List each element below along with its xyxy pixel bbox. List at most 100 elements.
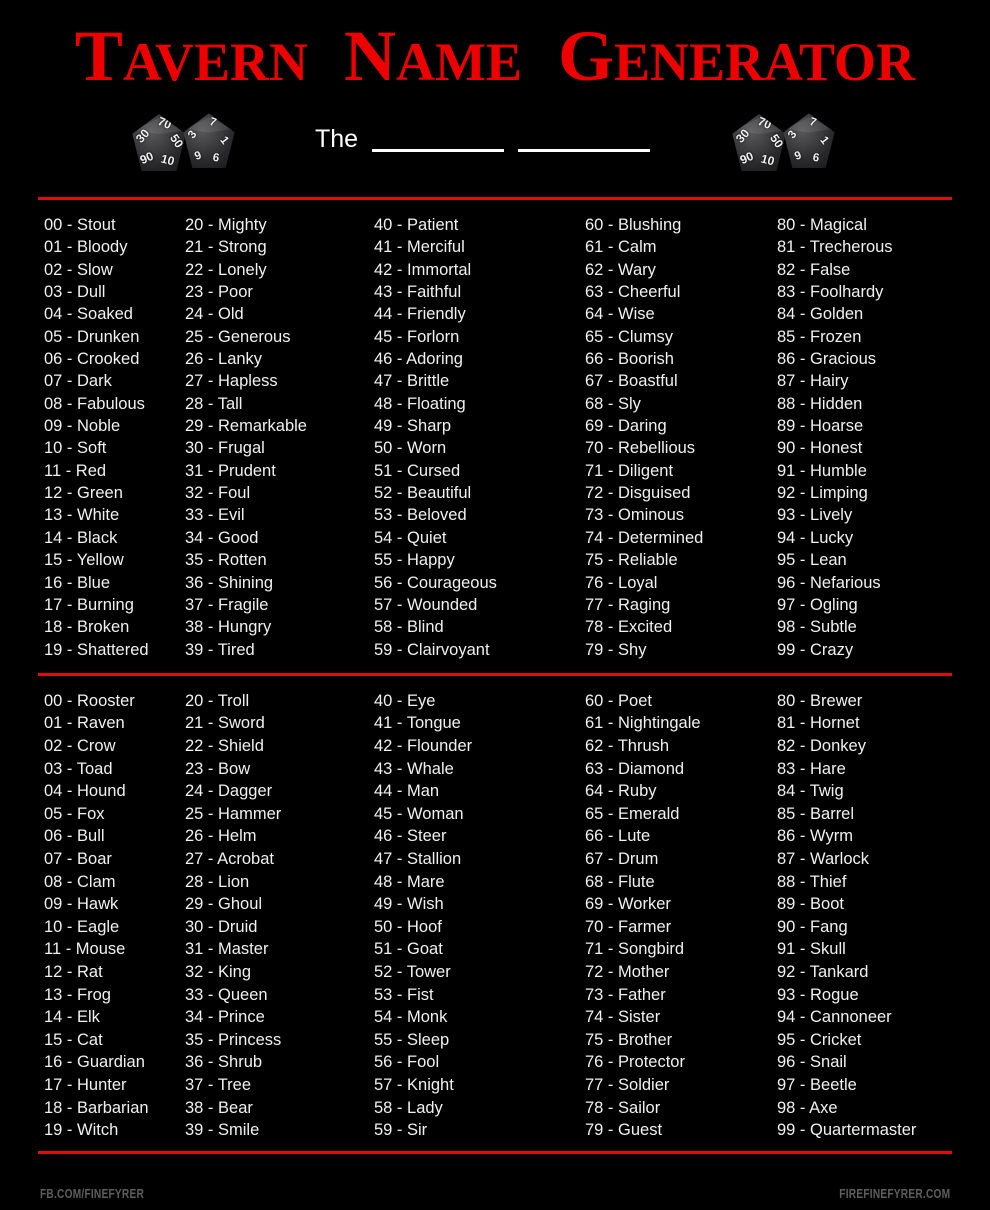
name-fill-in-line: The bbox=[315, 126, 651, 152]
list-item: 40 - Patient bbox=[374, 216, 459, 234]
website-link[interactable]: FIREFINEFYRER.COM bbox=[839, 1186, 950, 1201]
divider-bottom bbox=[38, 1150, 952, 1154]
list-item: 09 - Noble bbox=[44, 417, 121, 436]
noun-column-80-99: 80 - Brewer 81 - Hornet 82 - Donkey 83 -… bbox=[771, 690, 971, 1142]
list-item: 11 - Mouse bbox=[44, 940, 126, 959]
list-item: 15 - Cat bbox=[44, 1030, 103, 1049]
list-item: 01 - Bloody bbox=[44, 238, 128, 257]
list-item: 47 - Stallion bbox=[374, 850, 462, 869]
die-face-6: 6 bbox=[811, 150, 821, 165]
list-item: 76 - Protector bbox=[585, 1053, 685, 1072]
list-item: 92 - Limping bbox=[777, 484, 868, 503]
list-item: 23 - Poor bbox=[185, 283, 253, 302]
list-item: 92 - Tankard bbox=[777, 963, 869, 981]
list-item: 88 - Thief bbox=[777, 872, 847, 891]
list-item: 25 - Generous bbox=[185, 327, 291, 346]
d10-unit-die-icon: 3 7 1 9 6 bbox=[183, 113, 235, 168]
list-item: 95 - Lean bbox=[777, 551, 847, 570]
title-part-g: G bbox=[557, 16, 614, 96]
dice-cluster-right: 30 70 50 90 10 3 7 1 9 6 bbox=[728, 112, 858, 184]
list-item: 58 - Blind bbox=[374, 618, 444, 637]
list-item: 75 - Reliable bbox=[585, 551, 678, 570]
noun-column-00-19: 00 - Rooster 01 - Raven 02 - Crow 03 - T… bbox=[0, 690, 182, 1142]
list-item: 35 - Rotten bbox=[185, 551, 267, 570]
list-item: 62 - Wary bbox=[585, 260, 656, 279]
list-item: 17 - Hunter bbox=[44, 1075, 127, 1094]
adjective-column-60-79: 60 - Blushing 61 - Calm 62 - Wary 63 - C… bbox=[574, 214, 771, 661]
list-item: 07 - Boar bbox=[44, 850, 112, 869]
list-item: 59 - Clairvoyant bbox=[374, 640, 490, 659]
list-item: 70 - Farmer bbox=[585, 917, 672, 936]
list-item: 78 - Excited bbox=[585, 618, 673, 637]
list-item: 16 - Blue bbox=[44, 573, 111, 592]
list-item: 69 - Worker bbox=[585, 895, 671, 914]
list-item: 12 - Rat bbox=[44, 963, 103, 981]
list-item: 51 - Cursed bbox=[374, 461, 461, 480]
list-item: 85 - Frozen bbox=[777, 327, 862, 346]
list-item: 31 - Prudent bbox=[185, 461, 276, 480]
list-item: 66 - Lute bbox=[585, 827, 651, 846]
list-item: 15 - Yellow bbox=[44, 551, 124, 570]
list-item: 49 - Sharp bbox=[374, 417, 452, 436]
list-item: 13 - Frog bbox=[44, 985, 111, 1004]
list-item: 19 - Witch bbox=[44, 1121, 119, 1140]
adjective-column-40-59: 40 - Patient 41 - Merciful 42 - Immortal… bbox=[374, 214, 574, 661]
list-item: 82 - Donkey bbox=[777, 737, 866, 756]
list-item: 22 - Lonely bbox=[185, 260, 267, 279]
list-item: 10 - Soft bbox=[44, 439, 107, 458]
facebook-link[interactable]: FB.COM/FINEFYRER bbox=[40, 1186, 144, 1201]
list-item: 42 - Flounder bbox=[374, 737, 473, 756]
list-item: 91 - Skull bbox=[777, 940, 846, 959]
list-item: 28 - Lion bbox=[185, 872, 250, 891]
list-item: 32 - King bbox=[185, 963, 252, 981]
list-item: 60 - Blushing bbox=[585, 216, 682, 234]
adjective-column-80-99: 80 - Magical 81 - Trecherous 82 - False … bbox=[771, 214, 971, 661]
list-item: 01 - Raven bbox=[44, 714, 125, 733]
list-item: 86 - Gracious bbox=[777, 350, 877, 369]
noun-blank-field[interactable] bbox=[518, 130, 651, 152]
list-item: 30 - Druid bbox=[185, 917, 258, 936]
list-item: 94 - Lucky bbox=[777, 528, 854, 547]
list-item: 77 - Raging bbox=[585, 595, 671, 614]
list-item: 63 - Diamond bbox=[585, 759, 685, 778]
list-item: 67 - Boastful bbox=[585, 372, 678, 391]
adjective-blank-field[interactable] bbox=[372, 130, 505, 152]
list-item: 23 - Bow bbox=[185, 759, 251, 778]
list-item: 56 - Courageous bbox=[374, 573, 497, 592]
list-item: 38 - Hungry bbox=[185, 618, 272, 637]
die-face-1: 1 bbox=[217, 133, 232, 147]
list-item: 83 - Foolhardy bbox=[777, 283, 884, 302]
list-item: 28 - Tall bbox=[185, 394, 243, 413]
list-item: 71 - Songbird bbox=[585, 940, 685, 959]
list-item: 11 - Red bbox=[44, 461, 107, 480]
page-footer: FB.COM/FINEFYRER FIREFINEFYRER.COM bbox=[0, 1176, 990, 1210]
die-face-1: 1 bbox=[817, 133, 832, 147]
list-item: 63 - Cheerful bbox=[585, 283, 681, 302]
list-item: 52 - Tower bbox=[374, 963, 451, 981]
list-item: 32 - Foul bbox=[185, 484, 251, 503]
list-item: 66 - Boorish bbox=[585, 350, 674, 369]
list-item: 99 - Crazy bbox=[777, 640, 854, 659]
die-face-50: 50 bbox=[767, 131, 787, 151]
title-part-enerator: ENERATOR bbox=[614, 32, 916, 92]
list-item: 85 - Barrel bbox=[777, 804, 855, 823]
list-item: 61 - Nightingale bbox=[585, 714, 701, 733]
list-item: 76 - Loyal bbox=[585, 573, 658, 592]
list-item: 10 - Eagle bbox=[44, 917, 120, 936]
list-item: 53 - Beloved bbox=[374, 506, 467, 525]
noun-column-60-79: 60 - Poet 61 - Nightingale 62 - Thrush 6… bbox=[574, 690, 771, 1142]
die-face-90: 90 bbox=[737, 148, 756, 168]
adjective-column-20-39: 20 - Mighty 21 - Strong 22 - Lonely 23 -… bbox=[182, 214, 374, 661]
list-item: 00 - Stout bbox=[44, 216, 116, 234]
list-item: 19 - Shattered bbox=[44, 640, 149, 659]
list-item: 98 - Subtle bbox=[777, 618, 857, 637]
list-item: 71 - Diligent bbox=[585, 461, 674, 480]
list-item: 97 - Ogling bbox=[777, 595, 858, 614]
list-item: 50 - Worn bbox=[374, 439, 447, 458]
list-item: 03 - Toad bbox=[44, 759, 113, 778]
list-item: 94 - Cannoneer bbox=[777, 1008, 892, 1027]
list-item: 57 - Knight bbox=[374, 1075, 454, 1094]
list-item: 06 - Crooked bbox=[44, 350, 140, 369]
list-item: 50 - Hoof bbox=[374, 917, 442, 936]
list-item: 44 - Friendly bbox=[374, 305, 466, 324]
